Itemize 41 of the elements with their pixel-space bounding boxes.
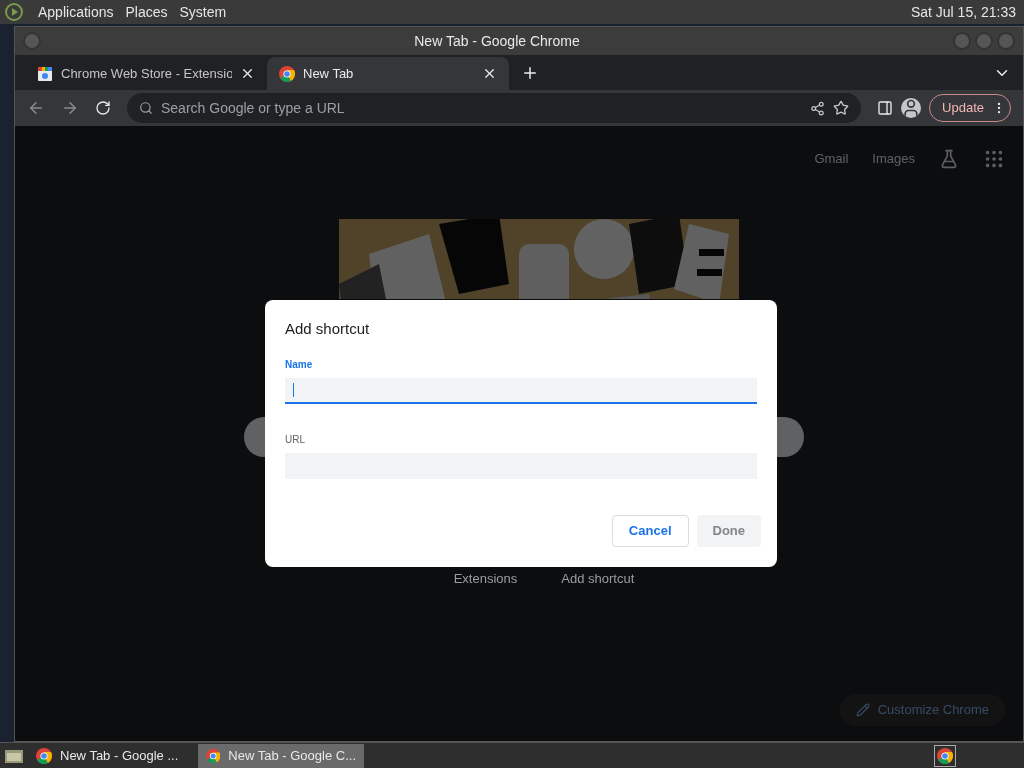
- dialog-title: Add shortcut: [285, 319, 371, 339]
- browser-tab[interactable]: New Tab: [267, 57, 509, 90]
- apps-grid-icon[interactable]: [983, 148, 1005, 170]
- store-icon: [37, 65, 53, 82]
- chrome-icon: [279, 65, 295, 82]
- shortcut-label[interactable]: Add shortcut: [561, 569, 635, 589]
- taskbar-item[interactable]: New Tab - Google ...: [28, 743, 194, 768]
- profile-icon[interactable]: [901, 98, 922, 118]
- pencil-icon: [855, 703, 870, 717]
- chrome-icon: [937, 747, 953, 764]
- window-title: New Tab - Google Chrome: [413, 31, 581, 51]
- clock[interactable]: Sat Jul 15, 21:33: [910, 1, 1020, 23]
- dialog-button[interactable]: Cancel: [611, 515, 689, 547]
- panel-menu[interactable]: Applications: [38, 1, 114, 23]
- taskbar-label: New Tab - Google C...: [228, 746, 356, 765]
- chrome-icon: [36, 747, 52, 764]
- tab-title: Chrome Web Store - Extensio: [61, 64, 232, 83]
- side-panel-icon[interactable]: [877, 100, 894, 116]
- back-icon[interactable]: [27, 99, 45, 117]
- field-label: Name: [285, 357, 314, 372]
- tray-app-icon[interactable]: [934, 744, 956, 767]
- search-icon: [139, 101, 153, 115]
- input-field[interactable]: [285, 377, 757, 404]
- address-bar[interactable]: Search Google or type a URL: [127, 93, 862, 123]
- tab-title: New Tab: [303, 64, 355, 83]
- field-label: URL: [285, 432, 306, 447]
- browser-tab[interactable]: Chrome Web Store - Extensio: [25, 57, 267, 90]
- share-icon[interactable]: [810, 100, 826, 116]
- bookmark-star-icon[interactable]: [833, 100, 850, 116]
- panel-menu[interactable]: System: [179, 1, 227, 23]
- text-cursor: [293, 382, 294, 397]
- flask-icon[interactable]: [939, 149, 959, 169]
- address-placeholder: Search Google or type a URL: [161, 98, 346, 118]
- panel-menu[interactable]: Places: [125, 1, 168, 23]
- chrome-icon: [206, 747, 221, 764]
- reload-icon[interactable]: [95, 100, 111, 116]
- taskbar-label: New Tab - Google ...: [60, 746, 179, 765]
- shortcut-label[interactable]: Extensions: [453, 569, 518, 589]
- taskbar-item[interactable]: New Tab - Google C...: [198, 743, 364, 768]
- forward-icon[interactable]: [61, 99, 79, 117]
- new-tab-icon[interactable]: [521, 64, 539, 82]
